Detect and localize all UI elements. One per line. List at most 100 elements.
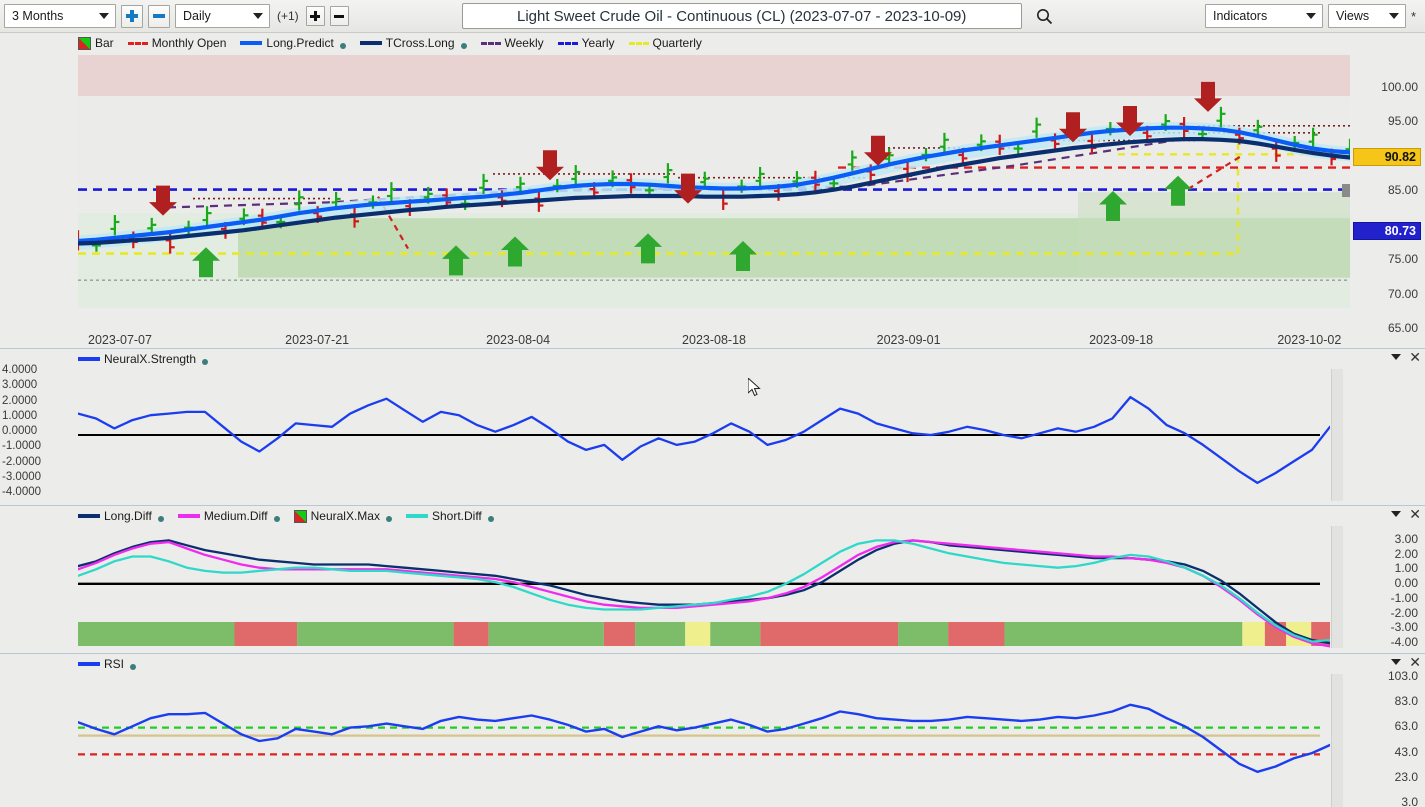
legend-item-short-diff[interactable]: Short.Diff <box>405 509 494 523</box>
legend-item-tcross-long[interactable]: TCross.Long <box>359 36 467 50</box>
dashed-line-icon <box>480 41 501 45</box>
diff-svg <box>78 526 1330 648</box>
axis-tick-label: 95.00 <box>1387 114 1418 129</box>
line-icon <box>78 662 100 666</box>
line-icon <box>78 357 100 361</box>
indicators-menu[interactable]: Indicators <box>1205 4 1323 28</box>
legend-item-medium-diff[interactable]: Medium.Diff <box>177 509 280 523</box>
axis-tick-label: 4.0000 <box>2 364 38 376</box>
bars-add-button[interactable] <box>305 6 325 26</box>
diff-panel: Long.Diff Medium.Diff NeuralX.Max Short.Dif… <box>0 505 1425 653</box>
bar-icon <box>78 36 91 50</box>
zoom-out-button[interactable] <box>148 4 170 28</box>
interval-select[interactable]: Daily <box>175 4 270 28</box>
minus-icon <box>153 14 165 18</box>
date-tick-label: 2023-08-18 <box>682 333 746 347</box>
axis-tick-label: -1.00 <box>1390 590 1418 605</box>
rsi-panel: RSI ✕ 103.0 83.0 63.0 43.0 23.0 3.0 <box>0 653 1425 807</box>
neuralx-max-band <box>453 622 489 646</box>
chevron-down-icon[interactable] <box>1391 659 1402 665</box>
legend-label: Long.Diff <box>104 509 152 523</box>
dashed-line-icon <box>557 41 578 45</box>
legend-settings-dot[interactable] <box>385 515 392 522</box>
main-chart-plot[interactable] <box>78 55 1350 308</box>
axis-tick-label: 3.0000 <box>2 379 38 392</box>
chevron-down-icon[interactable] <box>1391 354 1402 360</box>
legend-label: Quarterly <box>652 36 702 50</box>
legend-settings-dot[interactable] <box>339 42 346 49</box>
neuralx-scroll-strip[interactable] <box>1331 369 1343 501</box>
legend-item-long-predict[interactable]: Long.Predict <box>240 36 346 50</box>
axis-tick-label: 100.00 <box>1381 79 1418 94</box>
rsi-plot[interactable] <box>78 674 1330 807</box>
axis-tick-label: 43.0 <box>1394 744 1418 759</box>
legend-settings-dot[interactable] <box>460 42 467 49</box>
axis-tick-label: 1.0000 <box>2 409 38 422</box>
legend-item-monthly-open[interactable]: Monthly Open <box>127 36 227 50</box>
axis-tick-label: -2.0000 <box>2 455 42 468</box>
symbol-title-field[interactable]: Light Sweet Crude Oil - Continuous (CL) … <box>461 3 1022 29</box>
legend-settings-dot[interactable] <box>273 515 280 522</box>
legend-label: RSI <box>104 657 125 671</box>
search-button[interactable] <box>1032 3 1058 29</box>
axis-tick-label: 0.0000 <box>2 425 38 437</box>
neuralx-svg <box>78 369 1330 501</box>
main-chart-svg <box>78 55 1350 308</box>
close-icon[interactable]: ✕ <box>1409 350 1421 364</box>
offset-label: (+1) <box>277 9 299 23</box>
rsi-scroll-strip[interactable] <box>1331 674 1343 807</box>
neuralx-max-band <box>948 622 1005 646</box>
neuralx-panel-controls: ✕ <box>1391 350 1421 364</box>
line-icon <box>359 41 382 45</box>
neuralx-max-band <box>1242 622 1265 646</box>
last-bar-marker <box>1342 184 1350 198</box>
bars-remove-button[interactable] <box>329 6 349 26</box>
neuralx-plot[interactable] <box>78 369 1330 501</box>
legend-item-neuralx-strength[interactable]: NeuralX.Strength <box>78 352 209 366</box>
rsi-svg <box>78 674 1330 807</box>
date-tick-label: 2023-09-18 <box>1089 333 1154 347</box>
toolbar: 3 Months Daily (+1) Light Sweet Crude Oi… <box>0 0 1425 33</box>
neuralx-max-band <box>760 622 899 646</box>
rsi-value-axis: 103.0 83.0 63.0 43.0 23.0 3.0 <box>1356 669 1418 807</box>
chevron-down-icon <box>99 13 109 19</box>
date-tick-label: 2023-09-01 <box>876 333 941 347</box>
bar-icon <box>293 509 307 523</box>
neuralx-value-axis: 4.0000 3.0000 2.0000 1.0000 0.0000 -1.0000 -2.… <box>2 364 60 501</box>
legend-label: TCross.Long <box>385 36 455 50</box>
legend-item-rsi[interactable]: RSI <box>78 657 137 671</box>
views-menu[interactable]: Views <box>1328 4 1406 28</box>
legend-item-long-diff[interactable]: Long.Diff <box>78 509 164 523</box>
chevron-down-icon[interactable] <box>1391 511 1402 517</box>
legend-item-quarterly[interactable]: Quarterly <box>628 36 702 50</box>
zoom-in-button[interactable] <box>121 4 143 28</box>
close-icon[interactable]: ✕ <box>1409 655 1421 669</box>
axis-tick-label: 2.0000 <box>2 394 38 407</box>
diff-scroll-strip[interactable] <box>1331 526 1343 648</box>
search-icon <box>1037 8 1053 24</box>
neuralx-max-band <box>297 622 454 646</box>
legend-label: NeuralX.Max <box>310 509 380 523</box>
legend-label: Weekly <box>504 36 544 50</box>
neuralx-max-band <box>78 622 235 646</box>
legend-label: Long.Predict <box>266 36 334 50</box>
legend-settings-dot[interactable] <box>157 515 164 522</box>
legend-settings-dot[interactable] <box>487 515 494 522</box>
chevron-down-icon <box>1389 13 1399 19</box>
legend-item-yearly[interactable]: Yearly <box>557 36 615 50</box>
close-icon[interactable]: ✕ <box>1409 507 1421 521</box>
legend-item-weekly[interactable]: Weekly <box>480 36 544 50</box>
neuralx-max-band <box>710 622 761 646</box>
legend-settings-dot[interactable] <box>202 358 209 365</box>
diff-legend: Long.Diff Medium.Diff NeuralX.Max Short.Dif… <box>0 506 494 526</box>
legend-item-neuralx-max[interactable]: NeuralX.Max <box>293 509 392 523</box>
rsi-panel-controls: ✕ <box>1391 655 1421 669</box>
legend-label: Monthly Open <box>151 36 227 50</box>
legend-settings-dot[interactable] <box>130 663 137 670</box>
legend-label: NeuralX.Strength <box>104 352 197 366</box>
axis-tick-label: 23.0 <box>1394 769 1418 784</box>
range-select[interactable]: 3 Months <box>4 4 116 28</box>
diff-plot[interactable] <box>78 526 1330 648</box>
legend-item-bar[interactable]: Bar <box>78 36 114 50</box>
neuralx-strength-panel: NeuralX.Strength ✕ 4.0000 3.0000 2.0000 1.0… <box>0 348 1425 505</box>
